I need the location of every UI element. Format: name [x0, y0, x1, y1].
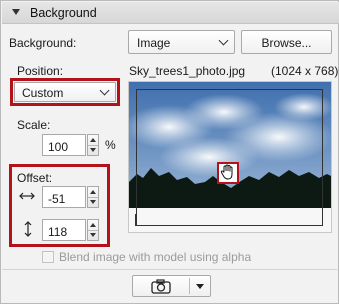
- chevron-down-icon: [218, 35, 229, 46]
- browse-button[interactable]: Browse...: [241, 30, 332, 54]
- stepper-down-icon[interactable]: [90, 233, 96, 237]
- scale-label: Scale:: [17, 118, 51, 132]
- stepper-up-icon[interactable]: [90, 138, 96, 142]
- offset-y-stepper[interactable]: [87, 219, 99, 241]
- split-divider: [189, 278, 190, 294]
- image-preview[interactable]: [128, 81, 332, 233]
- vertical-arrows-icon: [22, 220, 34, 241]
- background-label: Background:: [9, 36, 77, 50]
- scale-unit: %: [105, 138, 116, 152]
- origin-marker: [135, 214, 143, 226]
- hand-cursor-icon[interactable]: [220, 164, 236, 184]
- scale-input[interactable]: 100: [42, 134, 86, 156]
- section-header[interactable]: Background: [2, 2, 339, 24]
- background-panel: Background Background: Image Browse... P…: [0, 0, 339, 304]
- scale-value: 100: [48, 140, 69, 154]
- image-dimensions: (1024 x 768): [271, 64, 339, 78]
- stepper-divider: [88, 197, 98, 198]
- bottom-divider: [2, 269, 337, 270]
- offset-y-value: 118: [48, 225, 68, 239]
- offset-x-stepper[interactable]: [87, 186, 99, 208]
- scale-stepper[interactable]: [87, 134, 99, 156]
- image-filename: Sky_trees1_photo.jpg: [129, 64, 246, 78]
- offset-x-input[interactable]: -51: [42, 186, 86, 208]
- stepper-down-icon[interactable]: [90, 200, 96, 204]
- stepper-up-icon[interactable]: [90, 223, 96, 227]
- stepper-up-icon[interactable]: [90, 190, 96, 194]
- stepper-down-icon[interactable]: [90, 148, 96, 152]
- background-type-value: Image: [137, 36, 171, 50]
- blend-label: Blend image with model using alpha: [59, 250, 252, 264]
- disclosure-triangle-icon[interactable]: [12, 9, 20, 15]
- camera-icon: [151, 279, 171, 297]
- chevron-down-icon: [99, 85, 110, 96]
- position-value: Custom: [22, 86, 64, 100]
- position-select[interactable]: Custom: [14, 82, 116, 102]
- placement-frame: [136, 89, 323, 226]
- browse-button-label: Browse...: [261, 36, 312, 50]
- capture-button[interactable]: [132, 275, 211, 297]
- dropdown-arrow-icon[interactable]: [196, 284, 204, 289]
- offset-x-value: -51: [48, 192, 66, 206]
- position-label: Position:: [17, 64, 64, 78]
- stepper-divider: [88, 145, 98, 146]
- offset-label: Offset:: [17, 171, 53, 185]
- offset-y-input[interactable]: 118: [42, 219, 86, 241]
- section-title: Background: [30, 6, 97, 20]
- horizontal-arrows-icon: [18, 190, 36, 205]
- blend-checkbox[interactable]: [42, 251, 54, 263]
- background-type-select[interactable]: Image: [128, 30, 235, 54]
- stepper-divider: [88, 230, 98, 231]
